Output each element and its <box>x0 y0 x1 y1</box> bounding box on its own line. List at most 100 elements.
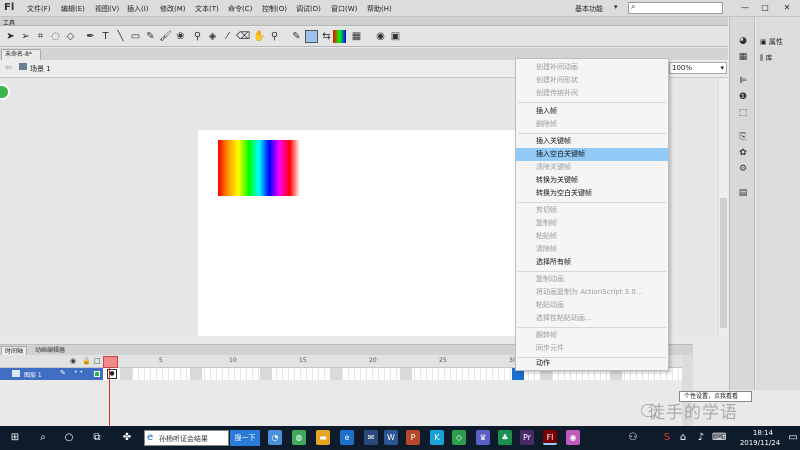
align-panel-icon[interactable]: ⊫ <box>737 75 749 87</box>
free-transform-icon[interactable]: ⌗ <box>34 30 47 43</box>
minimize-button[interactable]: — <box>737 1 753 14</box>
menu-item-synchronize-symbols[interactable]: 同步元件 <box>516 342 668 355</box>
menu-item-reverse-frames[interactable]: 翻转帧 <box>516 329 668 342</box>
line-icon[interactable]: ╲ <box>114 30 127 43</box>
rectangle-icon[interactable]: ▭ <box>129 30 142 43</box>
menu-item-insert-frame[interactable]: 插入帧 <box>516 105 668 118</box>
eye-icon[interactable]: ◉ <box>70 357 76 365</box>
menu-item-convert-to-keyframe[interactable]: 转换为关键帧 <box>516 174 668 187</box>
folder-icon[interactable]: ▬ <box>316 430 330 445</box>
menu-item-remove-frames[interactable]: 删除帧 <box>516 118 668 131</box>
fill-color-swatch[interactable] <box>305 30 318 43</box>
hand-icon[interactable]: ✋ <box>253 30 266 43</box>
search-icon[interactable]: ⌕ <box>36 431 50 445</box>
menu-text[interactable]: 文本(T) <box>195 4 219 14</box>
frame-cell[interactable] <box>260 368 272 380</box>
browser-search-button[interactable]: 搜一下 <box>230 430 260 446</box>
snap-icon[interactable]: ◉ <box>374 30 387 43</box>
arrow-select-icon[interactable]: ➤ <box>4 30 17 43</box>
network-icon[interactable]: ⌂ <box>676 431 690 445</box>
menu-item-cut-frames[interactable]: 剪切帧 <box>516 204 668 217</box>
menu-insert[interactable]: 插入(I) <box>127 4 149 14</box>
smooth-icon[interactable]: ▣ <box>389 30 402 43</box>
deco-icon[interactable]: ❀ <box>174 30 187 43</box>
menu-item-copy-motion[interactable]: 复制动画 <box>516 273 668 286</box>
volume-icon[interactable]: ♪ <box>694 431 708 445</box>
outline-icon[interactable]: □ <box>94 357 101 365</box>
brush-icon[interactable]: 🖌 <box>159 30 172 43</box>
color-panel-icon[interactable]: ◕ <box>737 35 749 47</box>
menu-commands[interactable]: 命令(C) <box>228 4 252 14</box>
notifications-icon[interactable]: ▭ <box>786 431 800 445</box>
menu-item-convert-to-blank-keyframe[interactable]: 转换为空白关键帧 <box>516 187 668 200</box>
eyedropper-icon[interactable]: ⁄ <box>221 30 234 43</box>
browser-search-text[interactable]: 孙杨听证会结果 <box>159 434 208 444</box>
menu-item-paste-motion-special[interactable]: 选择性粘贴动画... <box>516 312 668 325</box>
menu-item-clear-frames[interactable]: 清除帧 <box>516 243 668 256</box>
stage-scrollbar[interactable] <box>718 78 728 336</box>
powerpoint-icon[interactable]: P <box>406 430 420 445</box>
default-colors-icon[interactable]: ▦ <box>350 30 363 43</box>
menu-control[interactable]: 控制(O) <box>262 4 287 14</box>
code-snippets-icon[interactable]: ⎘ <box>737 131 749 143</box>
cortana-icon[interactable]: ○ <box>62 431 76 445</box>
playhead[interactable] <box>103 356 118 368</box>
menu-item-copy-motion-as-as3[interactable]: 将动画复制为 ActionScript 3.0... <box>516 286 668 299</box>
lock-icon[interactable]: 🔒 <box>82 357 91 365</box>
components-icon[interactable]: ✿ <box>737 147 749 159</box>
premiere-icon[interactable]: Pr <box>520 430 534 445</box>
frame-cell[interactable] <box>400 368 412 380</box>
pencil-icon[interactable]: ✎ <box>144 30 157 43</box>
menu-view[interactable]: 视图(V) <box>95 4 119 14</box>
layer-toggle-dots[interactable]: • • <box>74 369 83 376</box>
clock-time[interactable]: 18:14 <box>743 429 783 437</box>
text-icon[interactable]: T <box>99 30 112 43</box>
k-app-icon[interactable]: K <box>430 430 444 445</box>
help-search-input[interactable]: ⌕ <box>628 2 723 14</box>
pen-icon[interactable]: ✒ <box>84 30 97 43</box>
zoom-select[interactable]: 100% ▾ <box>669 62 727 74</box>
keyboard-icon[interactable]: ⌨ <box>712 431 726 445</box>
layer-name[interactable]: 图层 1 <box>24 370 42 379</box>
mail-icon[interactable]: ✉ <box>364 430 378 445</box>
app-taskbar-icon[interactable]: ◉ <box>566 430 580 445</box>
paint-bucket-icon[interactable]: ◈ <box>206 30 219 43</box>
eraser-icon[interactable]: ⌫ <box>236 30 250 43</box>
app-taskbar-icon[interactable]: ♛ <box>476 430 490 445</box>
project-panel-icon[interactable]: ▤ <box>737 187 749 199</box>
menu-help[interactable]: 帮助(H) <box>367 4 392 14</box>
swatches-panel-icon[interactable]: ▦ <box>737 51 749 63</box>
app-taskbar-icon[interactable]: ◇ <box>452 430 466 445</box>
menu-debug[interactable]: 调试(D) <box>296 4 321 14</box>
app-taskbar-icon[interactable]: ♣ <box>498 430 512 445</box>
browser-search-box[interactable]: e 孙杨听证会结果 <box>144 430 229 446</box>
edge-icon[interactable]: e <box>340 430 354 445</box>
menu-item-select-all-frames[interactable]: 选择所有帧 <box>516 256 668 269</box>
menu-modify[interactable]: 修改(M) <box>160 4 186 14</box>
menu-edit[interactable]: 编辑(E) <box>61 4 85 14</box>
rainbow-gradient-rectangle[interactable] <box>218 140 300 196</box>
menu-item-copy-frames[interactable]: 复制帧 <box>516 217 668 230</box>
library-tab[interactable]: ⫼ 库 <box>760 53 772 63</box>
subselect-icon[interactable]: ➢ <box>19 30 32 43</box>
frame-cell[interactable] <box>190 368 202 380</box>
layer-name-cell[interactable]: 图层 1 ✎ • • <box>0 368 103 380</box>
menu-window[interactable]: 窗口(W) <box>331 4 357 14</box>
lasso-icon[interactable]: ◌ <box>49 30 62 43</box>
app-taskbar-icon[interactable]: ◔ <box>268 430 282 445</box>
security-icon[interactable]: S <box>660 431 674 445</box>
menu-item-create-shape-tween[interactable]: 创建补间形状 <box>516 74 668 87</box>
properties-tab[interactable]: ▣ 属性 <box>760 37 783 47</box>
back-arrow-icon[interactable]: ⇦ <box>5 63 12 72</box>
scrollbar-thumb[interactable] <box>720 198 727 328</box>
bone-icon[interactable]: ⚲ <box>191 30 204 43</box>
task-view-icon[interactable]: ⧉ <box>90 431 104 445</box>
workspace-switcher[interactable]: 基本功能 <box>575 4 603 14</box>
close-button[interactable]: ✕ <box>779 1 795 14</box>
pinwheel-app-icon[interactable]: ✤ <box>120 431 134 445</box>
chevron-down-icon[interactable]: ▾ <box>614 3 618 11</box>
windows-start-icon[interactable]: ⊞ <box>8 431 22 445</box>
color-swatch-icon[interactable] <box>333 30 346 43</box>
maximize-button[interactable]: □ <box>757 1 773 14</box>
zoom-icon[interactable]: ⚲ <box>268 30 281 43</box>
